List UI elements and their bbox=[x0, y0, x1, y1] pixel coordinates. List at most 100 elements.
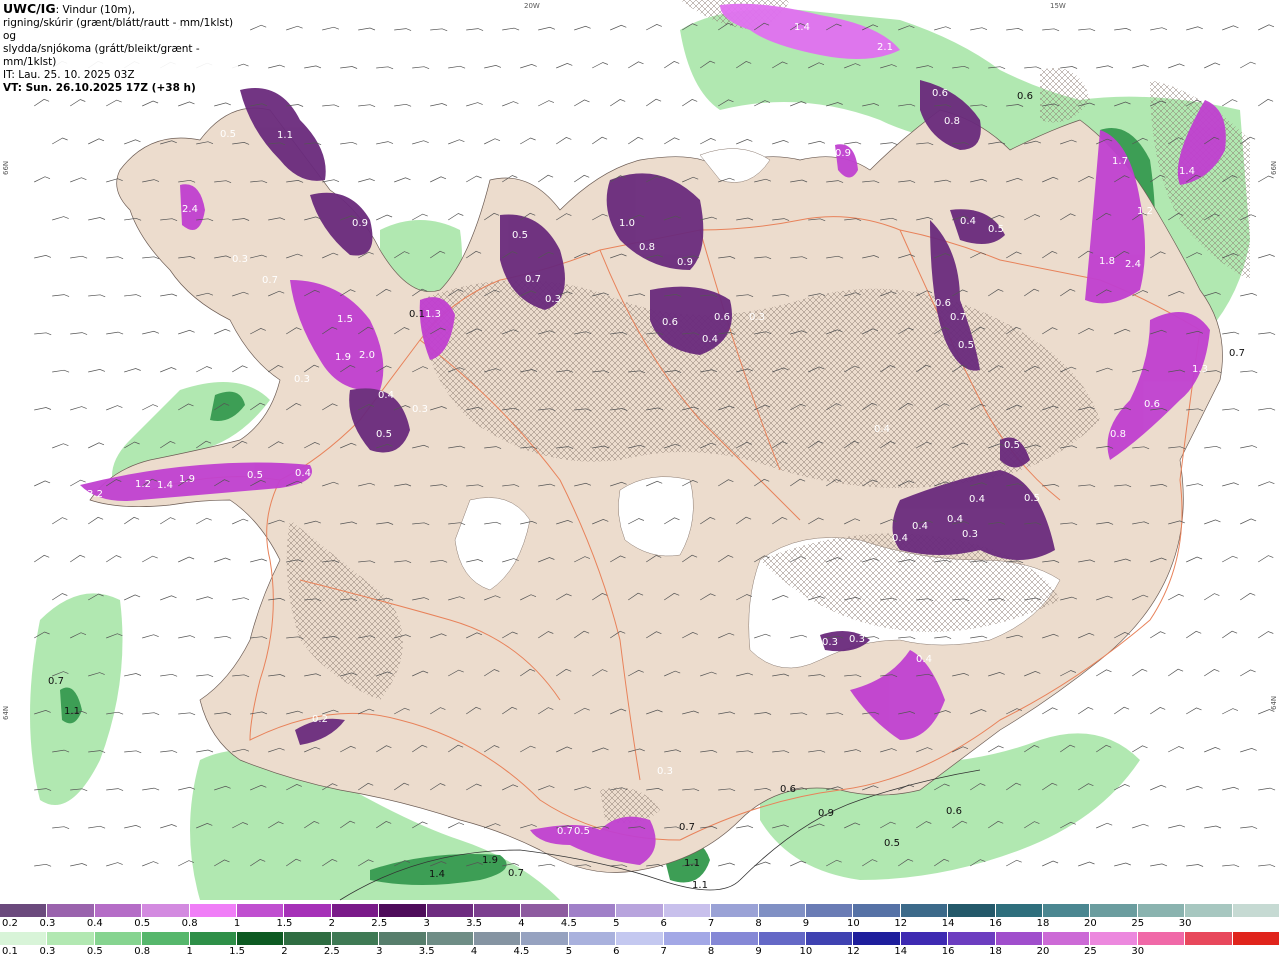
rain-legend-swatch bbox=[805, 932, 854, 945]
rain-value-label: 0.1 bbox=[409, 309, 425, 320]
snow-legend-swatch bbox=[805, 904, 854, 917]
snow-value-label: 0.4 bbox=[960, 216, 976, 227]
rain-legend-swatch bbox=[189, 932, 238, 945]
snow-legend-label: 2 bbox=[328, 918, 336, 929]
snow-legend-swatch bbox=[758, 904, 806, 917]
rain-value-label: 0.6 bbox=[1017, 91, 1033, 102]
snow-legend-swatch bbox=[663, 904, 712, 917]
rain-legend-bar bbox=[0, 932, 1280, 945]
rain-legend-swatch bbox=[663, 932, 712, 945]
info-init-time: IT: Lau. 25. 10. 2025 03Z bbox=[3, 69, 135, 81]
rain-legend-swatch bbox=[853, 932, 901, 945]
snow-value-label: 0.7 bbox=[262, 275, 278, 286]
snow-value-label: 0.5 bbox=[988, 224, 1004, 235]
rain-legend-label: 0.5 bbox=[86, 946, 103, 957]
snow-value-label: 0.8 bbox=[944, 116, 960, 127]
rain-legend-swatch bbox=[900, 932, 949, 945]
snow-value-label: 0.5 bbox=[958, 340, 974, 351]
snow-legend-swatch bbox=[616, 904, 664, 917]
rain-legend-label: 30 bbox=[1131, 946, 1145, 957]
rain-value-label: 1.1 bbox=[684, 858, 700, 869]
snow-legend-label: 9 bbox=[802, 918, 810, 929]
rain-legend-swatch bbox=[426, 932, 475, 945]
snow-legend-label: 20 bbox=[1083, 918, 1097, 929]
rain-legend-label: 2 bbox=[281, 946, 288, 957]
snow-legend-label: 0.4 bbox=[86, 918, 103, 929]
snow-legend-label: 14 bbox=[941, 918, 955, 929]
snow-value-label: 0.4 bbox=[912, 521, 928, 532]
snow-legend-label: 3 bbox=[423, 918, 430, 929]
snow-value-label: 0.9 bbox=[352, 218, 368, 229]
rain-value-label: 0.7 bbox=[679, 822, 695, 833]
snow-legend-label: 6 bbox=[660, 918, 667, 929]
rain-legend-labels: 0.1 0.3 0.5 0.8 1 1.5 2 2.5 3 3.5 4 4.5 5 6 7 8 9 10 12 14 1… bbox=[0, 946, 1280, 958]
rain-legend-swatch bbox=[1042, 932, 1091, 945]
lon-label-15w: 15W bbox=[1050, 2, 1066, 10]
rain-legend-swatch bbox=[568, 932, 617, 945]
snow-value-label: 0.3 bbox=[294, 374, 310, 385]
rain-legend-swatch bbox=[616, 932, 664, 945]
snow-value-label: 0.4 bbox=[916, 654, 932, 665]
snow-value-label: 0.5 bbox=[247, 470, 263, 481]
snow-value-label: 0.6 bbox=[932, 88, 948, 99]
snow-legend-label: 30 bbox=[1178, 918, 1192, 929]
snow-legend-swatch bbox=[189, 904, 238, 917]
rain-value-label: 1.4 bbox=[429, 869, 445, 880]
snow-value-label: 0.4 bbox=[874, 424, 890, 435]
snow-value-label: 1.2 bbox=[135, 479, 151, 490]
snow-value-label: 0.6 bbox=[1144, 399, 1160, 410]
info-panel: UWC/IG: Vindur (10m), rigning/skúrir (gr… bbox=[0, 0, 238, 97]
lon-label-20w: 20W bbox=[524, 2, 540, 10]
title-rest: : Vindur (10m), bbox=[55, 4, 136, 16]
map-canvas: 1.4 2.1 0.5 1.1 2.4 0.9 0.3 0.7 1.5 1.3 1.9 2.0 0.3 0… bbox=[0, 0, 1280, 902]
snow-value-label: 0.3 bbox=[749, 312, 765, 323]
snow-legend-label: 1 bbox=[233, 918, 241, 929]
rain-legend-label: 10 bbox=[799, 946, 813, 957]
rain-legend-label: 18 bbox=[989, 946, 1002, 957]
snow-legend-swatch bbox=[0, 904, 48, 917]
snow-value-label: 0.8 bbox=[1110, 429, 1126, 440]
snow-legend-label: 2.5 bbox=[371, 918, 388, 929]
rain-legend-label: 1 bbox=[186, 946, 193, 957]
snow-value-label: 0.4 bbox=[295, 468, 311, 479]
snow-value-label: 0.9 bbox=[677, 257, 693, 268]
snow-value-label: 0.3 bbox=[657, 766, 673, 777]
rain-value-label: 0.6 bbox=[946, 806, 962, 817]
rain-legend-swatch bbox=[474, 932, 522, 945]
snow-value-label: 0.7 bbox=[525, 274, 541, 285]
lat-label-64n-left: 64N bbox=[2, 705, 10, 720]
snow-value-label: 1.4 bbox=[794, 22, 810, 33]
rain-legend-label: 16 bbox=[941, 946, 955, 957]
rain-legend-label: 25 bbox=[1083, 946, 1097, 957]
rain-legend-label: 8 bbox=[707, 946, 715, 957]
rain-legend-label: 2.5 bbox=[323, 946, 340, 957]
weather-map: 1.4 2.1 0.5 1.1 2.4 0.9 0.3 0.7 1.5 1.3 1.9 2.0 0.3 0… bbox=[0, 0, 1280, 902]
snow-value-label: 0.6 bbox=[935, 298, 951, 309]
snow-legend-swatch bbox=[568, 904, 617, 917]
snow-value-label: 0.3 bbox=[849, 634, 865, 645]
snow-legend-swatch bbox=[426, 904, 475, 917]
rain-legend-swatch bbox=[711, 932, 759, 945]
snow-legend-swatch bbox=[142, 904, 190, 917]
snow-legend-label: 7 bbox=[707, 918, 715, 929]
snow-value-label: 1.3 bbox=[1192, 364, 1208, 375]
info-line-rain: rigning/skúrir (grænt/blátt/rautt - mm/1… bbox=[3, 17, 234, 42]
snow-value-label: 0.7 bbox=[950, 312, 966, 323]
snow-legend-swatch bbox=[1042, 904, 1091, 917]
snow-legend-swatch bbox=[995, 904, 1043, 917]
snow-value-label: 0.3 bbox=[822, 637, 838, 648]
rain-value-label: 0.7 bbox=[1229, 348, 1245, 359]
rain-legend-swatch bbox=[995, 932, 1043, 945]
snow-value-label: 0.2 bbox=[312, 714, 328, 725]
snow-legend-label: 1.5 bbox=[276, 918, 293, 929]
snow-legend-swatch bbox=[1185, 904, 1233, 917]
snow-value-label: 0.6 bbox=[662, 317, 678, 328]
snow-legend-swatch bbox=[379, 904, 427, 917]
info-valid-time: VT: Sun. 26.10.2025 17Z (+38 h) bbox=[3, 82, 196, 94]
snow-value-label: 1.2 bbox=[1137, 206, 1153, 217]
rain-value-label: 1.9 bbox=[482, 855, 498, 866]
snow-value-label: 1.9 bbox=[179, 474, 195, 485]
snow-value-label: 0.4 bbox=[702, 334, 718, 345]
snow-value-label: 0.4 bbox=[892, 533, 908, 544]
rain-legend-swatch bbox=[47, 932, 95, 945]
